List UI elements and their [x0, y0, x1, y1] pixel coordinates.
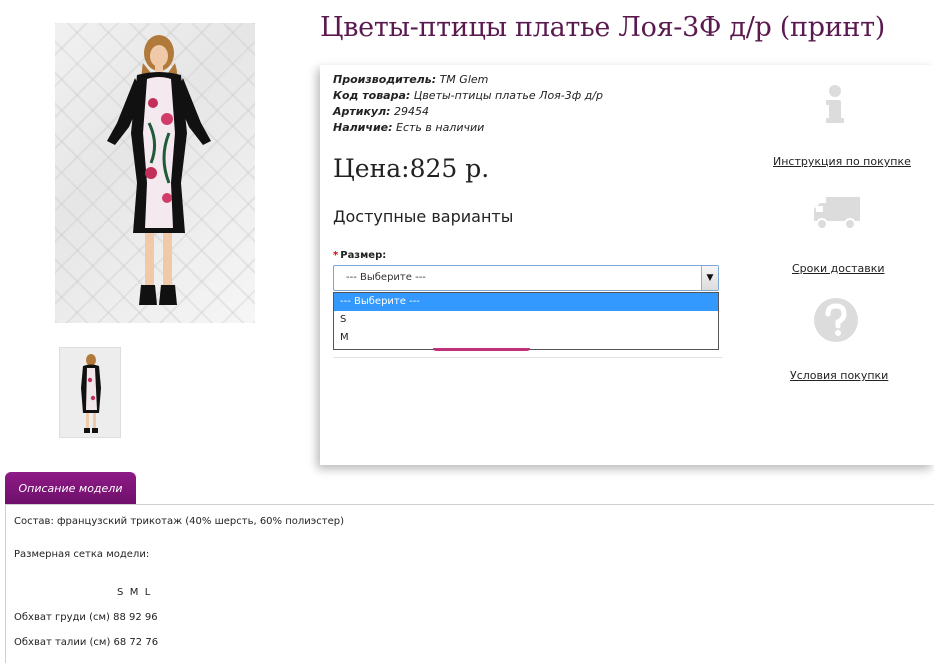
- description-composition: Состав: французский трикотаж (40% шерсть…: [14, 516, 344, 527]
- product-price: Цена:825 р.: [333, 154, 490, 183]
- size-options-list[interactable]: --- Выберите --- S M: [333, 292, 719, 350]
- size-select[interactable]: --- Выберите --- ▼: [333, 265, 719, 291]
- size-chart-header: S M L: [117, 587, 151, 598]
- product-title: Цветы-птицы платье Лоя-3Ф д/р (принт): [320, 12, 885, 43]
- variants-heading: Доступные варианты: [333, 207, 514, 226]
- meta-manufacturer: Производитель: TM Glem: [333, 73, 489, 86]
- delivery-terms-link[interactable]: Сроки доставки: [792, 262, 885, 275]
- question-icon: [814, 298, 858, 342]
- product-meta: Производитель: TM Glem Код товара: Цветы…: [333, 72, 603, 136]
- size-chart-bust: Обхват груди (см) 88 92 96: [14, 612, 158, 623]
- size-option-m[interactable]: M: [334, 329, 718, 347]
- meta-article: Артикул: 29454: [333, 105, 430, 118]
- size-option-placeholder[interactable]: --- Выберите ---: [334, 293, 718, 311]
- meta-product-code: Код товара: Цветы-птицы платье Лоя-3ф д/…: [333, 89, 603, 102]
- size-label: * Размер:: [333, 250, 387, 261]
- size-select-value: --- Выберите ---: [346, 272, 426, 283]
- meta-availability: Наличие: Есть в наличии: [333, 121, 485, 134]
- size-option-s[interactable]: S: [334, 311, 718, 329]
- tab-model-description[interactable]: Описание модели: [5, 472, 136, 505]
- required-mark: *: [333, 250, 339, 261]
- delivery-truck-icon: [814, 197, 860, 230]
- tab-content-border: [5, 504, 6, 663]
- chevron-down-icon[interactable]: ▼: [701, 266, 718, 290]
- purchase-terms-link[interactable]: Условия покупки: [790, 369, 888, 382]
- info-icon: [826, 85, 844, 123]
- divider: [333, 357, 723, 358]
- size-chart-waist: Обхват талии (см) 68 72 76: [14, 637, 159, 648]
- product-thumbnail[interactable]: [59, 347, 121, 438]
- product-main-image[interactable]: [55, 23, 255, 323]
- tab-border: [5, 504, 934, 505]
- description-size-chart-title: Размерная сетка модели:: [14, 549, 150, 560]
- purchase-instructions-link[interactable]: Инструкция по покупке: [773, 155, 911, 168]
- buy-button-edge[interactable]: [433, 348, 530, 351]
